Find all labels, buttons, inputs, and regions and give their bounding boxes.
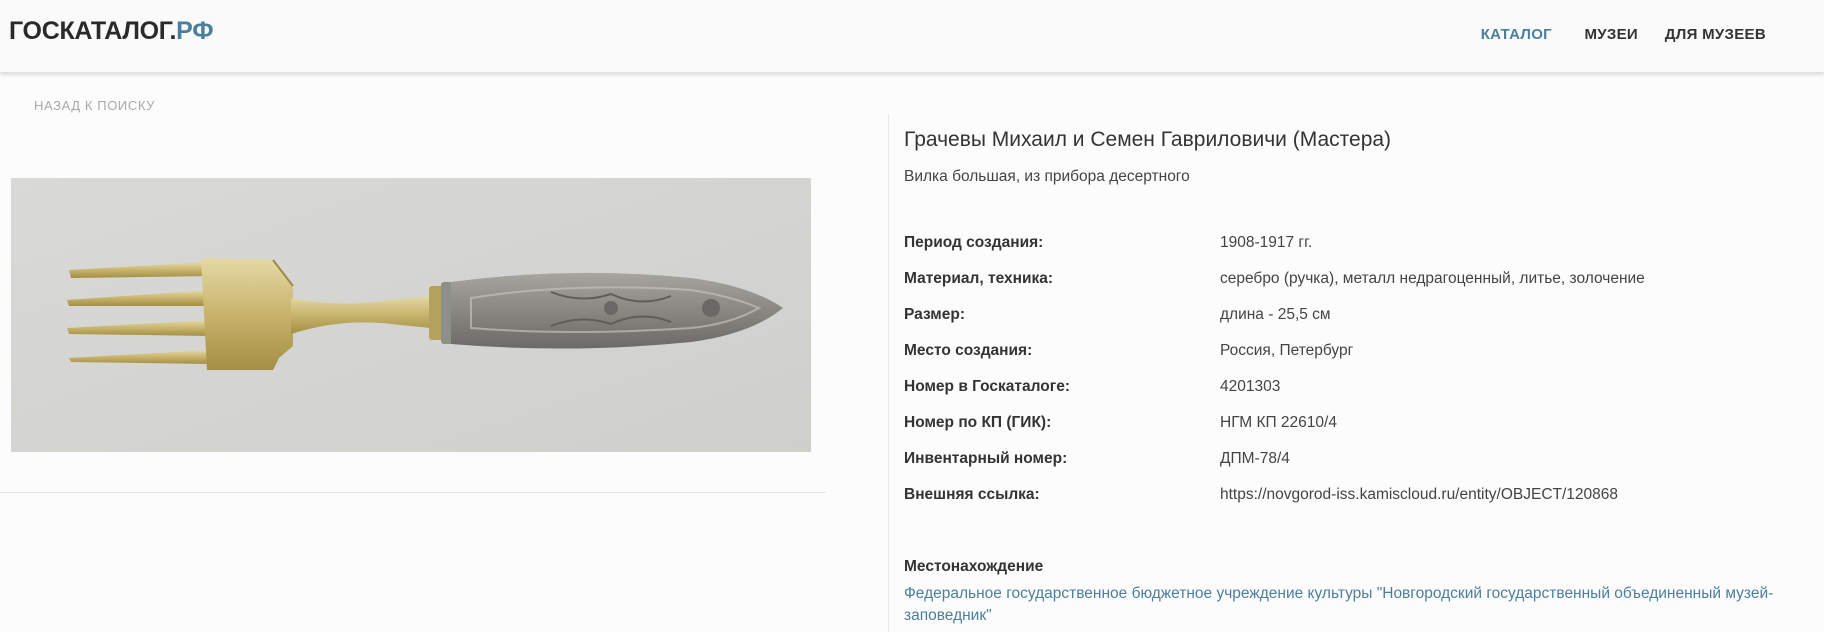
location-heading: Местонахождение bbox=[904, 558, 1044, 575]
object-subtitle: Вилка большая, из прибора десертного bbox=[904, 168, 1190, 185]
property-row: Инвентарный номер: ДПМ-78/4 bbox=[904, 450, 1824, 486]
top-header: ГОСКАТАЛОГ.РФ КАТАЛОГ МУЗЕИ ДЛЯ МУЗЕЕВ bbox=[0, 0, 1824, 73]
property-label: Номер в Госкаталоге: bbox=[904, 378, 1070, 395]
property-value: 1908-1917 гг. bbox=[1220, 234, 1313, 251]
nav-museums[interactable]: МУЗЕИ bbox=[1584, 26, 1638, 43]
property-row: Размер: длина - 25,5 см bbox=[904, 306, 1824, 342]
property-value: НГМ КП 22610/4 bbox=[1220, 414, 1337, 431]
property-value: длина - 25,5 см bbox=[1220, 306, 1331, 323]
logo-accent: РФ bbox=[176, 17, 214, 45]
back-to-search-link[interactable]: НАЗАД К ПОИСКУ bbox=[34, 98, 155, 113]
site-logo[interactable]: ГОСКАТАЛОГ.РФ bbox=[9, 17, 214, 46]
external-link[interactable]: https://novgorod-iss.kamiscloud.ru/entit… bbox=[1220, 486, 1618, 504]
property-label: Материал, техника: bbox=[904, 270, 1054, 287]
left-divider bbox=[0, 492, 826, 493]
location-museum-link[interactable]: Федеральное государственное бюджетное уч… bbox=[904, 583, 1822, 627]
property-row: Внешняя ссылка: https://novgorod-iss.kam… bbox=[904, 486, 1824, 522]
property-label: Размер: bbox=[904, 306, 965, 323]
nav-for-museums[interactable]: ДЛЯ МУЗЕЕВ bbox=[1665, 26, 1766, 43]
property-label: Номер по КП (ГИК): bbox=[904, 414, 1052, 431]
property-row: Номер по КП (ГИК): НГМ КП 22610/4 bbox=[904, 414, 1824, 450]
property-label: Инвентарный номер: bbox=[904, 450, 1068, 467]
object-photo[interactable] bbox=[11, 178, 811, 452]
property-value: ДПМ-78/4 bbox=[1220, 450, 1290, 467]
property-value: Россия, Петербург bbox=[1220, 342, 1354, 359]
logo-main: ГОСКАТАЛОГ. bbox=[9, 17, 177, 45]
nav-catalog[interactable]: КАТАЛОГ bbox=[1481, 26, 1552, 43]
property-row: Материал, техника: серебро (ручка), мета… bbox=[904, 270, 1824, 306]
property-row: Место создания: Россия, Петербург bbox=[904, 342, 1824, 378]
property-value: 4201303 bbox=[1220, 378, 1281, 395]
column-divider bbox=[888, 114, 889, 632]
property-label: Период создания: bbox=[904, 234, 1044, 251]
property-value: серебро (ручка), металл недрагоценный, л… bbox=[1220, 270, 1645, 287]
fork-image bbox=[11, 178, 811, 452]
property-label: Внешняя ссылка: bbox=[904, 486, 1040, 503]
properties-list: Период создания: 1908-1917 гг. Материал,… bbox=[904, 234, 1824, 522]
object-title: Грачевы Михаил и Семен Гавриловичи (Маст… bbox=[904, 128, 1392, 151]
property-row: Номер в Госкаталоге: 4201303 bbox=[904, 378, 1824, 414]
property-label: Место создания: bbox=[904, 342, 1033, 359]
property-row: Период создания: 1908-1917 гг. bbox=[904, 234, 1824, 270]
